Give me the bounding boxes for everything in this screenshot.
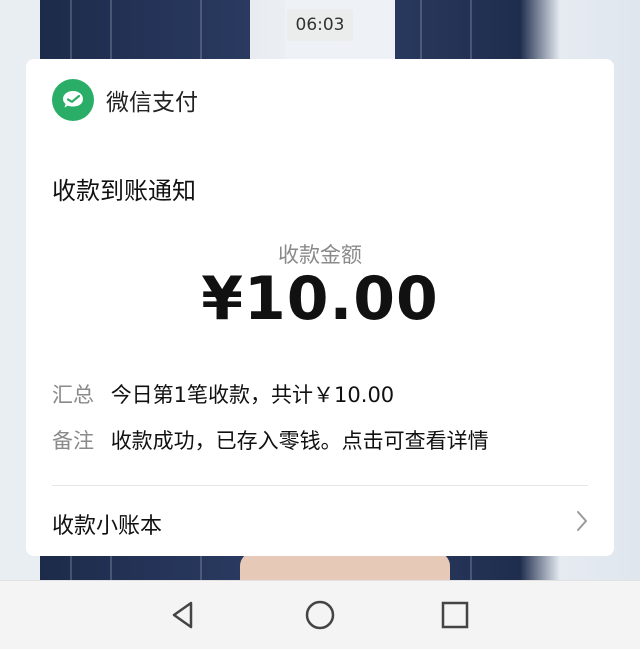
ledger-link[interactable]: 收款小账本 <box>26 486 614 556</box>
status-time: 06:03 <box>287 9 353 41</box>
app-name: 微信支付 <box>106 90 198 116</box>
back-icon[interactable] <box>165 597 201 633</box>
summary-value: 今日第1笔收款，共计￥10.00 <box>110 383 395 407</box>
summary-key: 汇总 <box>52 383 94 407</box>
ledger-label: 收款小账本 <box>52 514 163 539</box>
note-row: 备注 收款成功，已存入零钱。点击可查看详情 <box>52 425 489 455</box>
note-key: 备注 <box>52 429 94 453</box>
payment-notification-card[interactable]: 微信支付 收款到账通知 收款金额 ¥10.00 汇总 今日第1笔收款，共计￥10… <box>26 59 614 556</box>
summary-row: 汇总 今日第1笔收款，共计￥10.00 <box>52 379 394 409</box>
chevron-right-icon <box>576 510 588 536</box>
home-icon[interactable] <box>302 597 338 633</box>
recent-apps-icon[interactable] <box>437 597 473 633</box>
card-header: 微信支付 <box>52 79 198 121</box>
system-navigation-bar <box>0 580 640 649</box>
phone-screen: 06:03 微信支付 收款到账通知 收款金额 ¥10.00 汇总 今日第1笔收款… <box>0 0 640 649</box>
note-value: 收款成功，已存入零钱。点击可查看详情 <box>110 429 489 453</box>
wechat-pay-icon <box>52 79 94 121</box>
amount-value: ¥10.00 <box>201 264 439 334</box>
notification-title: 收款到账通知 <box>52 177 196 205</box>
